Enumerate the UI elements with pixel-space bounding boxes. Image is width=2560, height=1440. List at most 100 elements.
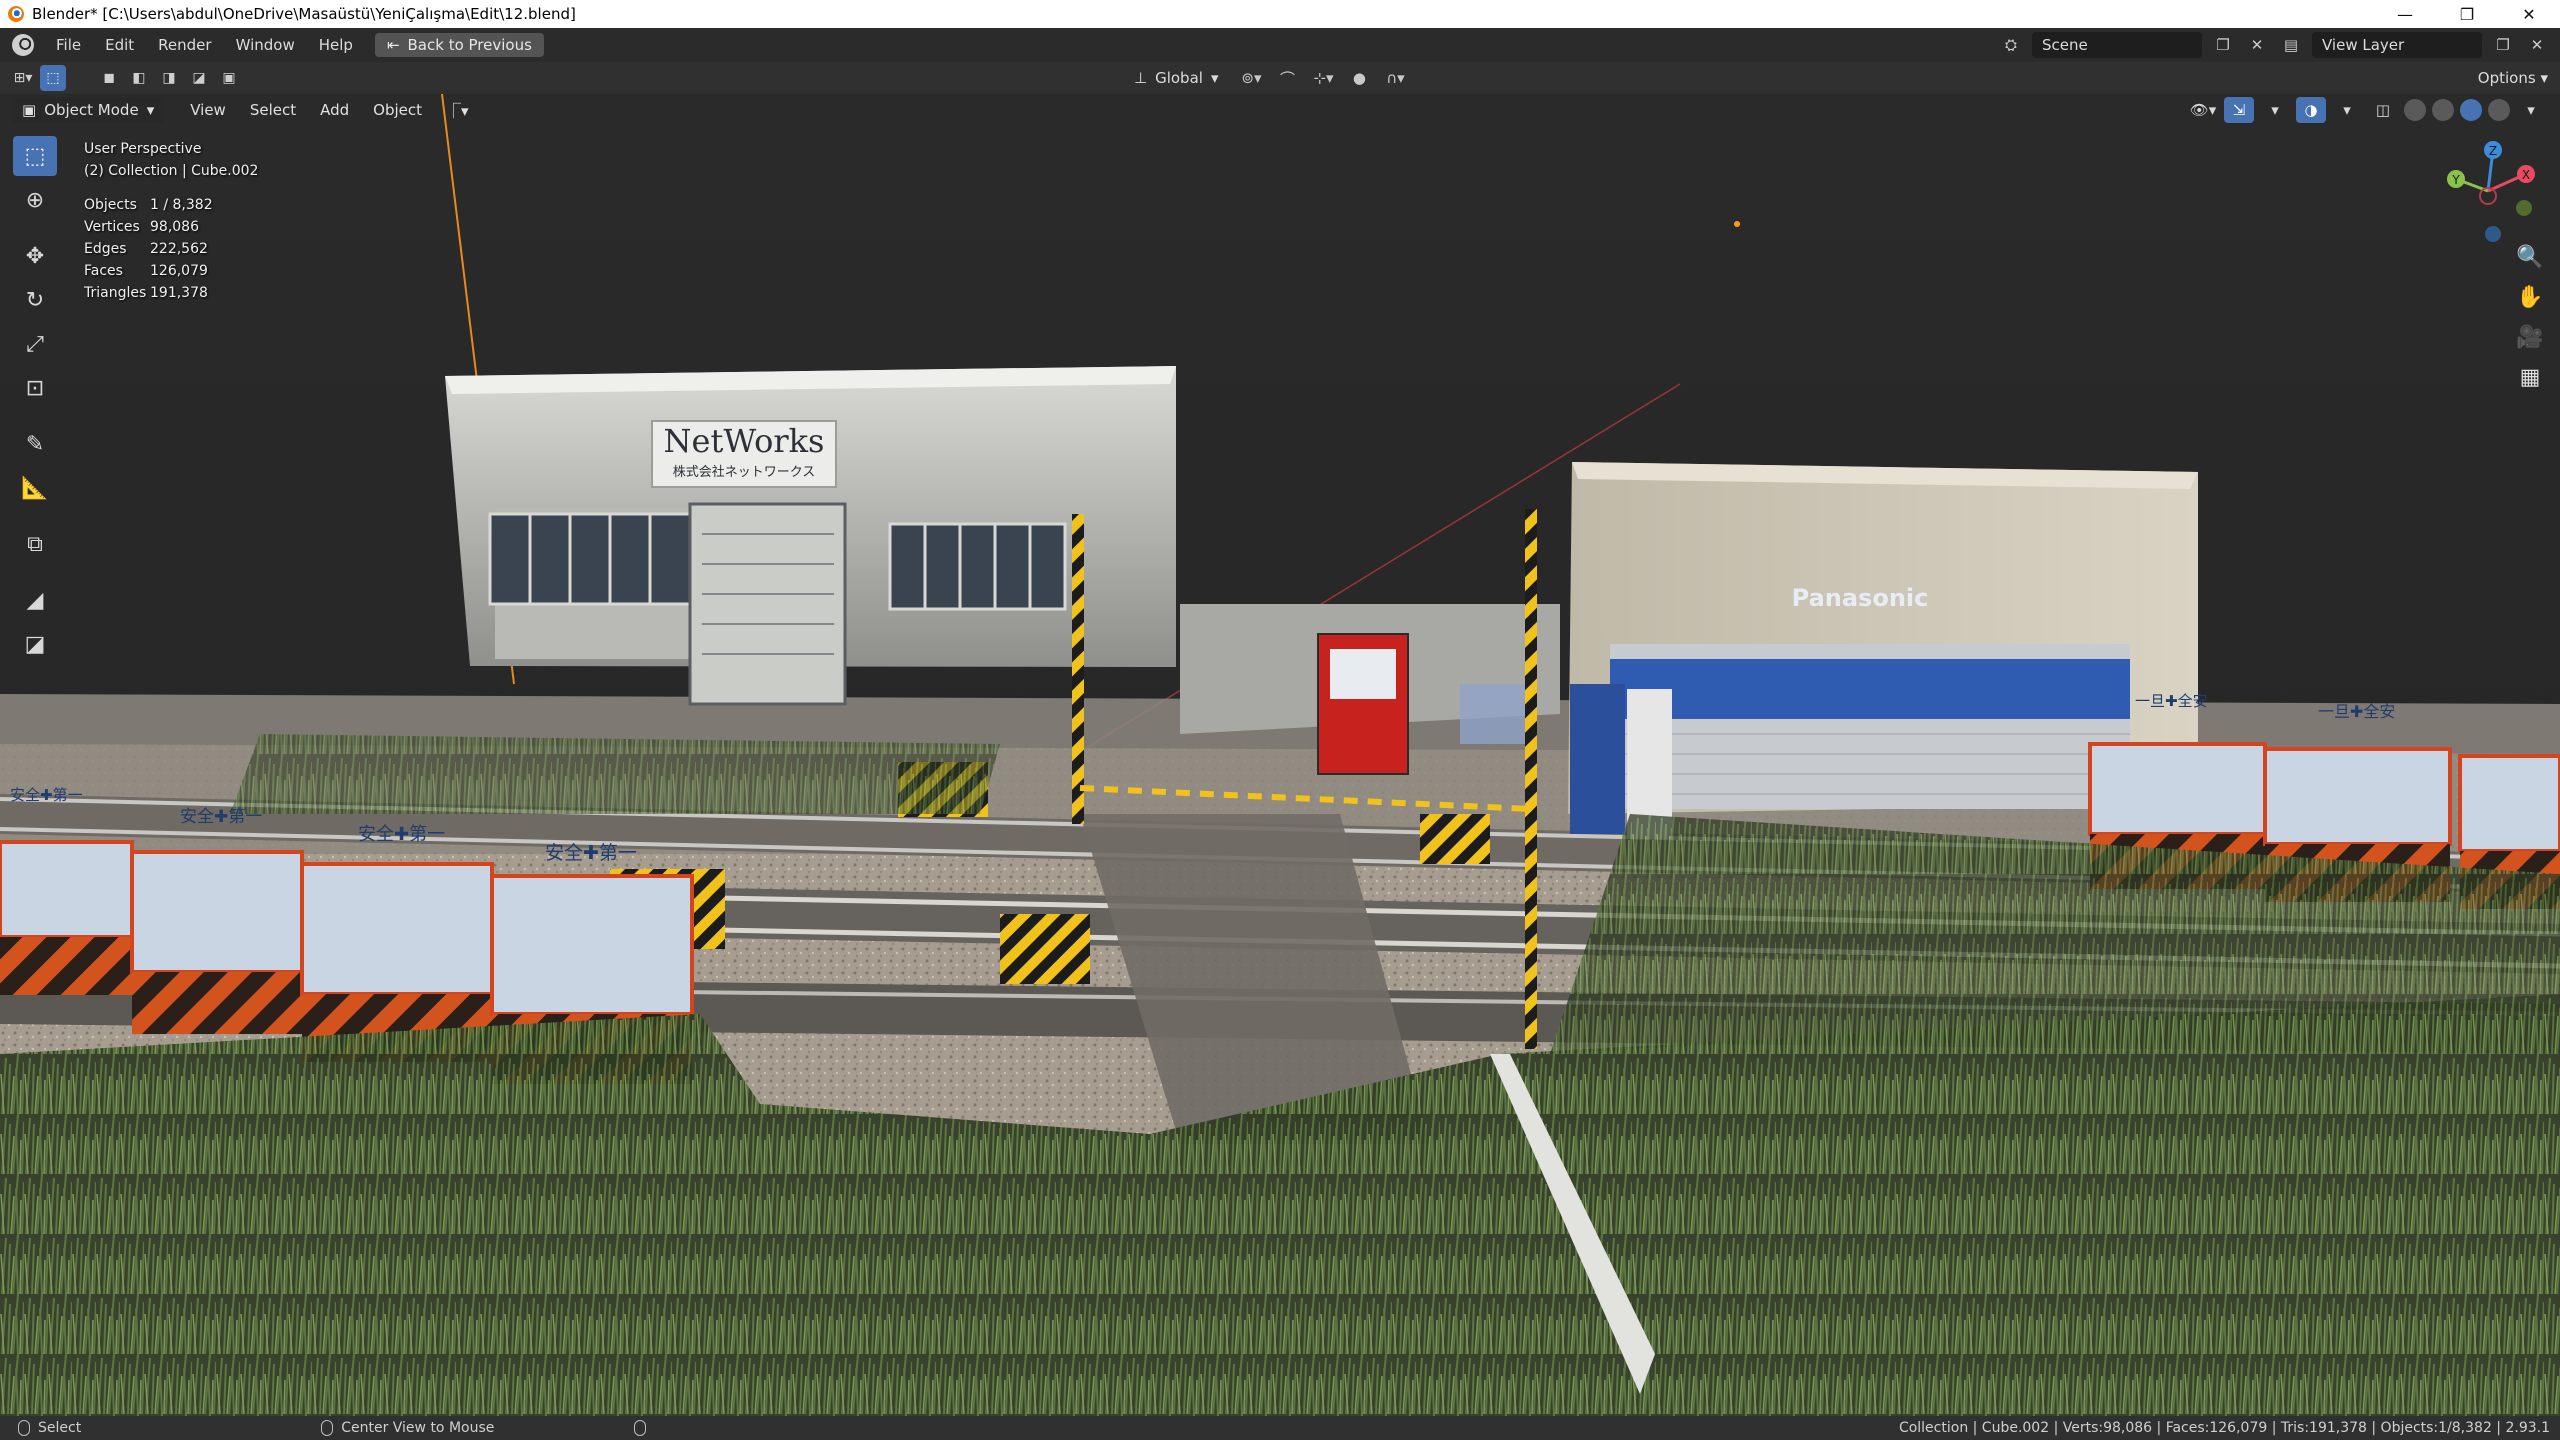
rendered-shading-icon[interactable]: [2488, 99, 2510, 121]
status-hint-context: [634, 1420, 647, 1436]
visibility-icon[interactable]: 👁▾: [2188, 97, 2218, 123]
window-title: Blender* [C:\Users\abdul\OneDrive\Masaüs…: [32, 5, 576, 23]
viewport-menu-add[interactable]: Add: [308, 101, 361, 119]
crossing-pole-left: [1072, 514, 1084, 824]
viewport-menu-select[interactable]: Select: [238, 101, 308, 119]
select-box-tool-icon[interactable]: ⬚: [40, 65, 66, 91]
mouse-right-icon: [634, 1420, 647, 1436]
svg-text:X: X: [2522, 168, 2530, 182]
barrier-label-left-1: 安全✚第一: [10, 786, 83, 804]
stat-triangles: Triangles 191,378: [84, 285, 208, 301]
wireframe-shading-icon[interactable]: [2404, 99, 2426, 121]
select-box-tool-icon[interactable]: ⬚: [13, 136, 57, 176]
window-controls: — ❐ ✕: [2374, 0, 2560, 28]
object-mode-dropdown[interactable]: ▣ Object Mode ▾: [12, 97, 165, 123]
svg-text:Z: Z: [2489, 144, 2497, 158]
barrier-label-right-1: 一旦✚全安: [2135, 692, 2208, 710]
gizmo-toggle-icon[interactable]: ⇲: [2224, 97, 2254, 123]
rotate-tool-icon[interactable]: ↻: [13, 280, 57, 320]
blender-logo-icon[interactable]: [12, 34, 34, 56]
shear-tool-icon[interactable]: ◢: [13, 580, 57, 620]
gizmo-neg-z[interactable]: [2485, 226, 2501, 242]
menu-help[interactable]: Help: [307, 36, 365, 54]
overlays-toggle-icon[interactable]: ◑: [2296, 97, 2326, 123]
view-layer-icon[interactable]: ▤: [2278, 32, 2304, 58]
menu-render[interactable]: Render: [146, 36, 223, 54]
new-view-layer-icon[interactable]: ❐: [2490, 32, 2516, 58]
grid-perspective-icon[interactable]: ▦: [2512, 362, 2548, 392]
new-scene-icon[interactable]: ❐: [2210, 32, 2236, 58]
object-mode-icon: ▣: [22, 101, 37, 119]
annotate-tool-icon[interactable]: ✎: [13, 424, 57, 464]
mode-new-icon[interactable]: ◼: [96, 65, 122, 91]
pan-hand-icon[interactable]: ✋: [2512, 282, 2548, 312]
viewport-menu-object[interactable]: Object: [361, 101, 434, 119]
snap-target-icon[interactable]: ⊹▾: [1310, 65, 1336, 91]
viewport-menu-view[interactable]: View: [178, 101, 238, 119]
snap-icon[interactable]: ⌒: [1274, 65, 1300, 91]
mode-extend-icon[interactable]: ◧: [126, 65, 152, 91]
mouse-middle-icon: [321, 1420, 334, 1436]
view-layer-field[interactable]: View Layer: [2312, 32, 2482, 58]
barrier-label-left-3: 安全✚第一: [358, 824, 446, 845]
scale-tool-icon[interactable]: ⤢: [13, 324, 57, 364]
xray-toggle-icon[interactable]: ◫: [2368, 97, 2398, 123]
gizmo-neg-y[interactable]: [2516, 200, 2532, 216]
active-collection: (2) Collection | Cube.002: [84, 163, 259, 179]
viewport-header: ▣ Object Mode ▾ View Select Add Object ⎾…: [0, 94, 2560, 126]
delete-scene-icon[interactable]: ✕: [2244, 32, 2270, 58]
move-tool-icon[interactable]: ✥: [13, 236, 57, 276]
maximize-button[interactable]: ❐: [2436, 0, 2498, 28]
barrier-label-left-2: 安全✚第一: [180, 807, 263, 827]
image-tool-icon[interactable]: ◪: [13, 624, 57, 664]
camera-view-icon[interactable]: 🎥: [2512, 322, 2548, 352]
scene-render[interactable]: NetWorks Panasonic: [0, 94, 2560, 1416]
menu-window[interactable]: Window: [224, 36, 307, 54]
status-select-label: Select: [38, 1420, 82, 1436]
networks-sign-title: NetWorks: [663, 422, 825, 460]
crossing-pole-right: [1525, 509, 1537, 1049]
menu-edit[interactable]: Edit: [93, 36, 146, 54]
material-preview-shading-icon[interactable]: [2460, 99, 2482, 121]
scene-field[interactable]: Scene: [2032, 32, 2202, 58]
stat-faces: Faces 126,079: [84, 263, 208, 279]
back-to-previous-button[interactable]: ⇤ Back to Previous: [374, 33, 544, 57]
transform-tool-icon[interactable]: ⊡: [13, 368, 57, 408]
menu-file[interactable]: File: [44, 36, 93, 54]
measure-tool-icon[interactable]: 📐: [13, 468, 57, 508]
options-dropdown[interactable]: Options ▾: [2478, 65, 2548, 91]
transform-affect-icon[interactable]: ⎾▾: [434, 100, 481, 121]
barrier-label-right-2: 一旦✚全安: [2318, 702, 2396, 721]
close-button[interactable]: ✕: [2498, 0, 2560, 28]
cursor-tool-icon[interactable]: ⊕: [13, 180, 57, 220]
status-hint-select: Select: [18, 1420, 81, 1436]
mode-intersect-icon[interactable]: ▣: [216, 65, 242, 91]
proportional-edit-icon[interactable]: ●: [1346, 65, 1372, 91]
delete-view-layer-icon[interactable]: ✕: [2524, 32, 2550, 58]
networks-sign: NetWorks 株式会社ネットワークス: [652, 421, 836, 480]
add-cube-tool-icon[interactable]: ⧉: [13, 524, 57, 564]
shading-dropdown-icon[interactable]: ▾: [2516, 97, 2546, 123]
stat-objects: Objects 1 / 8,382: [84, 197, 213, 213]
overlays-dropdown-icon[interactable]: ▾: [2332, 97, 2362, 123]
navigation-buttons: 🔍 ✋ 🎥 ▦: [2512, 242, 2548, 392]
pivot-point-icon[interactable]: ⊚▾: [1238, 65, 1264, 91]
networks-building: [445, 366, 1176, 706]
stat-edges: Edges 222,562: [84, 241, 208, 257]
mode-invert-icon[interactable]: ◪: [186, 65, 212, 91]
scene-icon[interactable]: ⛭: [1998, 32, 2024, 58]
orientation-icon: ⊥: [1134, 69, 1148, 87]
solid-shading-icon[interactable]: [2432, 99, 2454, 121]
3d-viewport[interactable]: NetWorks Panasonic: [0, 94, 2560, 1416]
status-scene-info: Collection | Cube.002 | Verts:98,086 | F…: [1898, 1420, 2550, 1436]
mode-subtract-icon[interactable]: ◨: [156, 65, 182, 91]
zoom-icon[interactable]: 🔍: [2512, 242, 2548, 272]
mouse-left-icon: [18, 1420, 30, 1436]
minimize-button[interactable]: —: [2374, 0, 2436, 28]
falloff-icon[interactable]: ∩▾: [1382, 65, 1408, 91]
transform-settings: ⊥ Global ▾ ⊚▾ ⌒ ⊹▾ ● ∩▾: [1124, 65, 1408, 91]
editor-type-icon[interactable]: ⊞▾: [10, 65, 36, 91]
navigation-gizmo[interactable]: Z X Y: [2438, 136, 2548, 246]
gizmo-dropdown-icon[interactable]: ▾: [2260, 97, 2290, 123]
orientation-dropdown[interactable]: ⊥ Global ▾: [1124, 65, 1228, 91]
